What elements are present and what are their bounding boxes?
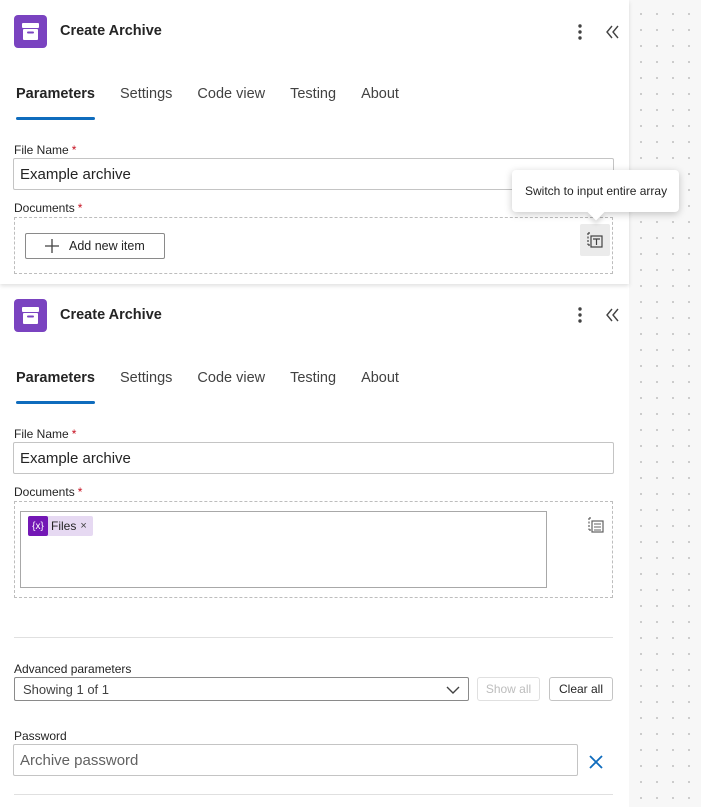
tab-testing[interactable]: Testing bbox=[290, 86, 336, 120]
file-name-label: File Name * bbox=[14, 143, 76, 157]
double-chevron-left-icon[interactable] bbox=[602, 22, 622, 42]
file-name-label-text: File Name bbox=[14, 427, 69, 441]
clear-all-button[interactable]: Clear all bbox=[549, 677, 613, 701]
action-panel-top: Create Archive Parameters Settings Code … bbox=[0, 0, 629, 284]
documents-label-text: Documents bbox=[14, 485, 75, 499]
panel-title: Create Archive bbox=[60, 307, 162, 323]
tab-code-view[interactable]: Code view bbox=[197, 370, 265, 404]
tab-testing[interactable]: Testing bbox=[290, 370, 336, 404]
array-input-icon bbox=[588, 517, 604, 533]
panel-header: Create Archive bbox=[0, 0, 629, 64]
documents-label: Documents * bbox=[14, 201, 82, 215]
panel-header: Create Archive bbox=[0, 287, 629, 351]
array-input-icon bbox=[587, 232, 603, 248]
tab-bar: Parameters Settings Code view Testing Ab… bbox=[16, 370, 424, 404]
tab-settings[interactable]: Settings bbox=[120, 370, 172, 404]
file-name-label: File Name * bbox=[14, 427, 76, 441]
required-marker: * bbox=[71, 143, 77, 157]
tab-code-view[interactable]: Code view bbox=[197, 86, 265, 120]
tab-settings[interactable]: Settings bbox=[120, 86, 172, 120]
file-name-label-text: File Name bbox=[14, 143, 69, 157]
tab-bar: Parameters Settings Code view Testing Ab… bbox=[16, 86, 424, 120]
add-new-item-button[interactable]: Add new item bbox=[25, 233, 165, 259]
tab-parameters[interactable]: Parameters bbox=[16, 86, 95, 120]
more-vertical-icon[interactable] bbox=[572, 22, 588, 42]
required-marker: * bbox=[77, 485, 83, 499]
action-panel-bottom: Create Archive Parameters Settings Code … bbox=[0, 287, 629, 807]
advanced-parameters-select[interactable]: Showing 1 of 1 bbox=[14, 677, 469, 701]
switch-array-button[interactable] bbox=[581, 509, 611, 541]
required-marker: * bbox=[77, 201, 83, 215]
variable-icon: {x} bbox=[28, 516, 48, 536]
add-new-item-label: Add new item bbox=[69, 239, 145, 253]
section-divider bbox=[14, 794, 613, 795]
archive-icon bbox=[14, 299, 47, 332]
files-token[interactable]: {x} Files × bbox=[28, 516, 93, 536]
show-all-button[interactable]: Show all bbox=[477, 677, 540, 701]
close-icon[interactable] bbox=[588, 754, 604, 775]
chevron-down-icon bbox=[446, 686, 460, 694]
panel-title: Create Archive bbox=[60, 23, 162, 39]
plus-icon bbox=[45, 239, 59, 253]
tab-about[interactable]: About bbox=[361, 370, 399, 404]
advanced-parameters-label: Advanced parameters bbox=[14, 662, 132, 676]
switch-array-button[interactable] bbox=[580, 224, 610, 256]
advanced-select-value: Showing 1 of 1 bbox=[23, 682, 110, 697]
archive-icon bbox=[14, 15, 47, 48]
tab-about[interactable]: About bbox=[361, 86, 399, 120]
double-chevron-left-icon[interactable] bbox=[602, 305, 622, 325]
password-input[interactable]: Archive password bbox=[13, 744, 578, 776]
token-label: Files bbox=[51, 519, 77, 533]
more-vertical-icon[interactable] bbox=[572, 305, 588, 325]
tab-parameters[interactable]: Parameters bbox=[16, 370, 95, 404]
documents-array-box: {x} Files × bbox=[14, 501, 613, 598]
file-name-input[interactable]: Example archive bbox=[13, 442, 614, 474]
switch-array-tooltip: Switch to input entire array bbox=[512, 170, 679, 212]
documents-array-input[interactable]: {x} Files × bbox=[20, 511, 547, 588]
token-remove-icon[interactable]: × bbox=[80, 520, 86, 532]
documents-label: Documents * bbox=[14, 485, 82, 499]
documents-label-text: Documents bbox=[14, 201, 75, 215]
documents-array-box: Add new item bbox=[14, 217, 613, 274]
designer-canvas bbox=[629, 0, 701, 807]
password-label: Password bbox=[14, 729, 67, 743]
required-marker: * bbox=[71, 427, 77, 441]
section-divider bbox=[14, 637, 613, 638]
